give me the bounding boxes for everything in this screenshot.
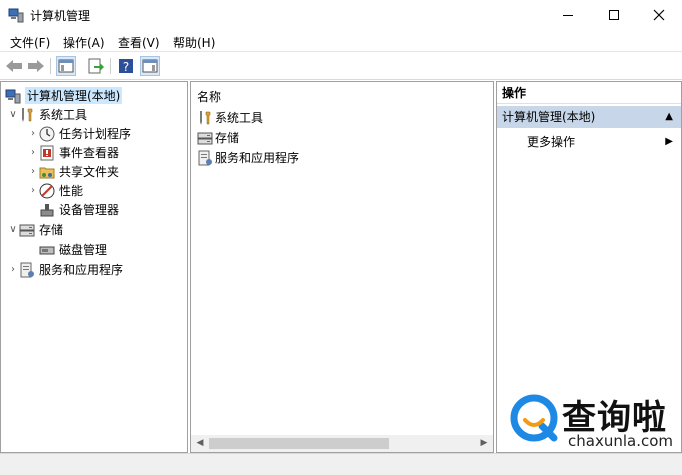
list-item-system-tools[interactable]: 系统工具 — [197, 108, 263, 127]
chevron-right-icon[interactable]: › — [27, 185, 39, 196]
forward-button[interactable] — [26, 56, 46, 76]
tree-item-system-tools[interactable]: ∨ 系统工具 — [7, 105, 87, 124]
tree-item-label: 任务计划程序 — [59, 127, 132, 141]
chevron-right-icon[interactable]: › — [7, 264, 19, 275]
maximize-icon — [609, 10, 619, 20]
help-icon: ? — [119, 59, 133, 74]
tree-item-label: 计算机管理(本地) — [25, 87, 123, 104]
services-icon — [19, 262, 35, 278]
export-list-button[interactable] — [86, 56, 106, 76]
tree-item-event-viewer[interactable]: › 事件查看器 — [27, 143, 119, 162]
tree-item-label: 磁盘管理 — [59, 243, 108, 257]
list-item-services-apps[interactable]: 服务和应用程序 — [197, 148, 299, 167]
console-tree-icon — [58, 59, 74, 73]
tree-item-performance[interactable]: › 性能 — [27, 181, 83, 200]
maximize-button[interactable] — [591, 0, 637, 30]
minimize-button[interactable] — [545, 0, 591, 30]
scroll-left-icon[interactable]: ◀ — [193, 437, 207, 450]
close-button[interactable] — [636, 0, 682, 30]
minimize-icon — [563, 14, 573, 16]
list-item-label: 系统工具 — [215, 111, 264, 125]
title-bar: 计算机管理 — [0, 0, 682, 30]
collapse-up-icon[interactable]: ▲ — [665, 106, 673, 128]
submenu-arrow-icon: ▶ — [665, 136, 673, 147]
tree-item-device-manager[interactable]: 设备管理器 — [39, 200, 119, 219]
column-header-name[interactable]: 名称 — [197, 88, 221, 105]
action-pane-icon — [142, 59, 158, 73]
action-section-label: 计算机管理(本地) — [502, 110, 596, 124]
tree-item-storage[interactable]: ∨ 存储 — [7, 220, 63, 239]
scroll-right-icon[interactable]: ▶ — [477, 437, 491, 450]
tree-item-disk-management[interactable]: 磁盘管理 — [39, 240, 107, 259]
tree-item-computer-management[interactable]: 计算机管理(本地) — [5, 86, 123, 105]
tree-item-label: 系统工具 — [39, 108, 88, 122]
close-icon — [653, 9, 665, 21]
status-bar — [0, 453, 682, 475]
chevron-down-icon[interactable]: ∨ — [7, 224, 19, 235]
clock-icon — [39, 126, 55, 142]
tools-icon — [197, 110, 213, 126]
tree-item-label: 共享文件夹 — [59, 165, 120, 179]
tree-item-shared-folders[interactable]: › 共享文件夹 — [27, 162, 119, 181]
toolbar-separator — [50, 58, 51, 74]
device-manager-icon — [39, 202, 55, 218]
menu-bar: 文件(F) 操作(A) 查看(V) 帮助(H) — [0, 30, 682, 52]
watermark-url: chaxunla.com — [568, 432, 673, 450]
list-item-storage[interactable]: 存储 — [197, 128, 239, 147]
chevron-down-icon[interactable]: ∨ — [7, 109, 19, 120]
tree-item-services-apps[interactable]: › 服务和应用程序 — [7, 260, 123, 279]
computer-management-icon — [5, 88, 21, 104]
export-list-icon — [88, 58, 104, 74]
services-icon — [197, 150, 213, 166]
back-arrow-icon — [6, 60, 22, 72]
tree-item-task-scheduler[interactable]: › 任务计划程序 — [27, 124, 131, 143]
menu-help[interactable]: 帮助(H) — [173, 34, 215, 51]
performance-icon — [39, 183, 55, 199]
more-actions-item[interactable]: 更多操作 ▶ — [527, 132, 681, 152]
window-title: 计算机管理 — [30, 9, 91, 23]
event-viewer-icon — [39, 145, 55, 161]
scrollbar-thumb[interactable] — [209, 438, 389, 449]
chevron-right-icon[interactable]: › — [27, 147, 39, 158]
horizontal-scrollbar[interactable]: ◀ ▶ — [191, 435, 493, 452]
tree-item-label: 服务和应用程序 — [39, 263, 124, 277]
tree-item-label: 设备管理器 — [59, 203, 120, 217]
forward-arrow-icon — [28, 60, 44, 72]
list-item-label: 服务和应用程序 — [215, 151, 300, 165]
back-button[interactable] — [4, 56, 24, 76]
result-list: 名称 系统工具 存储 服务和应用程序 ◀ ▶ — [190, 81, 494, 453]
chevron-right-icon[interactable]: › — [27, 166, 39, 177]
tree-item-label: 性能 — [59, 184, 84, 198]
list-item-label: 存储 — [215, 131, 240, 145]
more-actions-label: 更多操作 — [527, 135, 576, 149]
help-button[interactable]: ? — [116, 56, 136, 76]
actions-title: 操作 — [497, 82, 681, 104]
svg-text:?: ? — [123, 60, 129, 74]
shared-folder-icon — [39, 164, 55, 180]
action-section-computer-management[interactable]: 计算机管理(本地) ▲ — [497, 106, 681, 128]
console-tree: 计算机管理(本地) ∨ 系统工具 › 任务计划程序 › 事件查看器 › 共享文件… — [0, 81, 188, 453]
storage-icon — [197, 130, 213, 146]
chevron-right-icon[interactable]: › — [27, 128, 39, 139]
toolbar: ? — [0, 53, 682, 80]
menu-view[interactable]: 查看(V) — [118, 34, 160, 51]
watermark-logo-icon — [510, 394, 558, 442]
tree-item-label: 存储 — [39, 223, 64, 237]
tree-item-label: 事件查看器 — [59, 146, 120, 160]
tools-icon — [19, 107, 35, 123]
storage-icon — [19, 222, 35, 238]
disk-icon — [39, 242, 55, 258]
watermark: 查询啦 chaxunla.com — [506, 388, 678, 452]
show-hide-action-pane-button[interactable] — [140, 56, 160, 76]
menu-action[interactable]: 操作(A) — [63, 34, 105, 51]
menu-file[interactable]: 文件(F) — [10, 34, 50, 51]
toolbar-separator — [110, 58, 111, 74]
computer-management-icon — [8, 7, 24, 23]
show-hide-console-tree-button[interactable] — [56, 56, 76, 76]
